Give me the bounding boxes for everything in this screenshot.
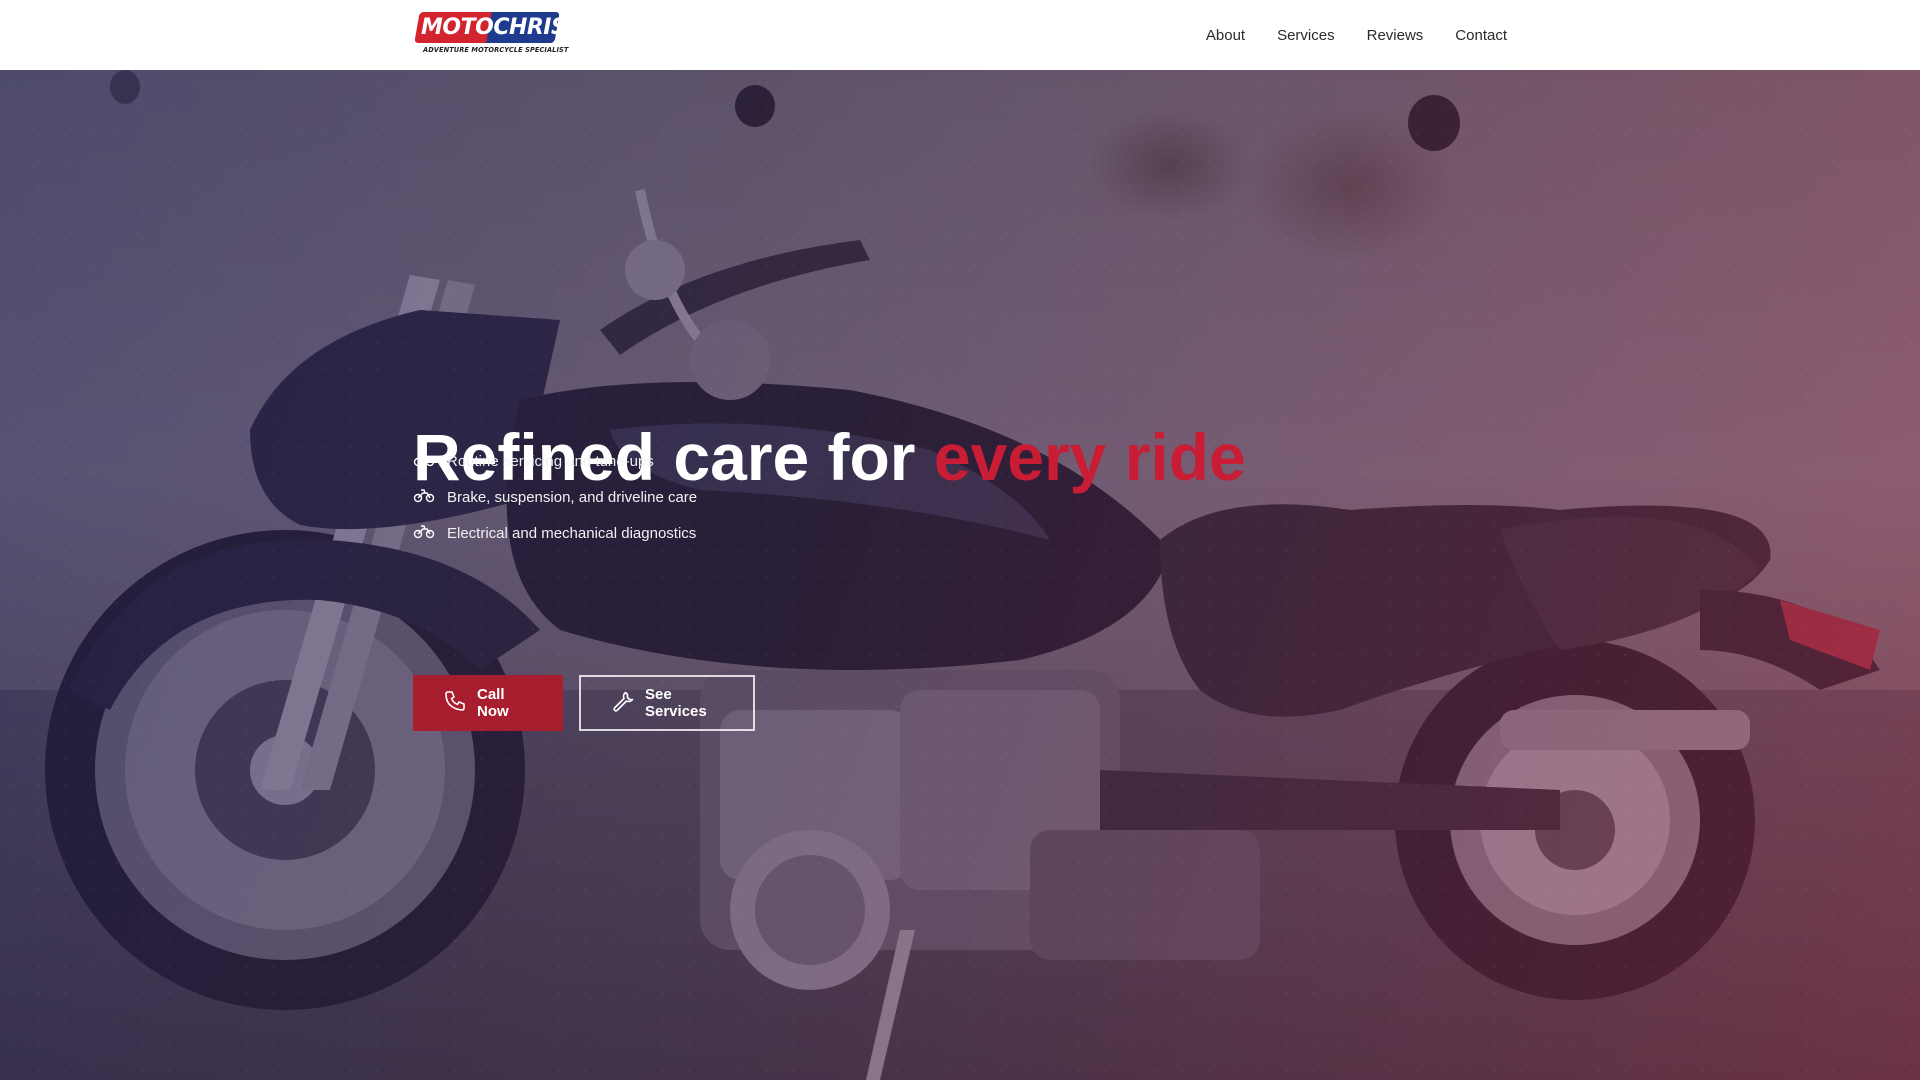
logo-tagline: ADVENTURE MOTORCYCLE SPECIALIST — [423, 46, 569, 54]
see-services-label: See Services — [645, 686, 707, 720]
nav-link-reviews[interactable]: Reviews — [1367, 27, 1424, 44]
nav-link-about[interactable]: About — [1206, 27, 1245, 44]
wrench-icon — [611, 689, 635, 717]
hero-section: Refined care for every ride Routine serv… — [0, 70, 1920, 1080]
motorcycle-icon — [413, 451, 435, 471]
call-now-button[interactable]: Call Now — [413, 675, 563, 731]
motorcycle-icon — [413, 523, 435, 543]
feature-item: Routine servicing and tune-ups — [413, 443, 1013, 479]
motorcycle-icon — [413, 487, 435, 507]
feature-list: Routine servicing and tune-ups Brake, su… — [413, 443, 1013, 551]
see-services-button[interactable]: See Services — [579, 675, 755, 731]
feature-text: Routine servicing and tune-ups — [447, 452, 654, 470]
phone-icon — [443, 689, 467, 717]
feature-text: Electrical and mechanical diagnostics — [447, 524, 697, 542]
feature-text: Brake, suspension, and driveline care — [447, 488, 698, 506]
logo-secondary-text: CHRIS — [493, 15, 567, 40]
nav-link-services[interactable]: Services — [1277, 27, 1335, 44]
brand-logo[interactable]: MOTOCHRIS ADVENTURE MOTORCYCLE SPECIALIS… — [413, 12, 569, 58]
hero-dot-pattern — [0, 70, 1920, 1080]
main-nav: About Services Reviews Contact — [1206, 0, 1507, 70]
call-now-label: Call Now — [477, 686, 509, 720]
hero-cta-group: Call Now See Services — [413, 675, 755, 731]
logo-wordmark: MOTOCHRIS — [421, 15, 567, 41]
feature-item: Electrical and mechanical diagnostics — [413, 515, 1013, 551]
feature-item: Brake, suspension, and driveline care — [413, 479, 1013, 515]
logo-primary-text: MOTO — [421, 15, 494, 40]
site-header: MOTOCHRIS ADVENTURE MOTORCYCLE SPECIALIS… — [0, 0, 1920, 70]
nav-link-contact[interactable]: Contact — [1455, 27, 1507, 44]
